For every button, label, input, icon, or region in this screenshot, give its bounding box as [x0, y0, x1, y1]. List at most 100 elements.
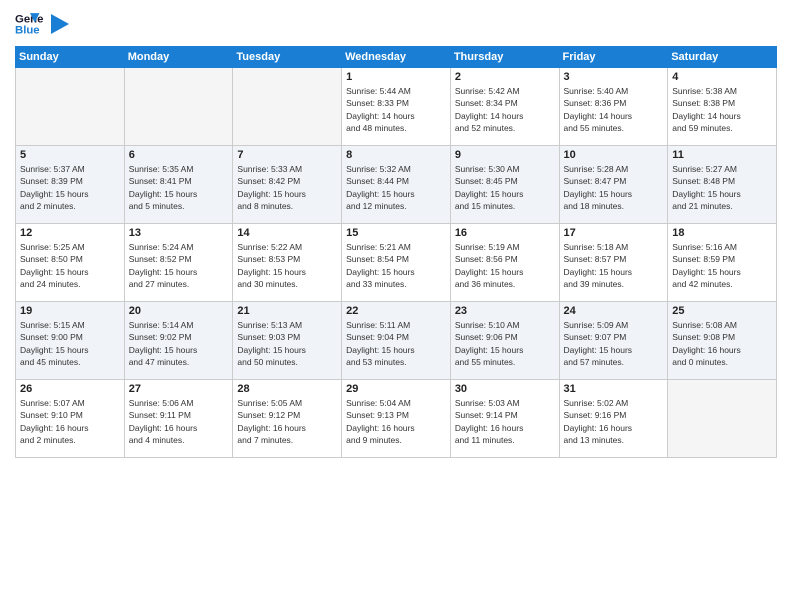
table-row: 26Sunrise: 5:07 AM Sunset: 9:10 PM Dayli…	[16, 380, 125, 458]
day-info: Sunrise: 5:08 AM Sunset: 9:08 PM Dayligh…	[672, 319, 772, 368]
table-row	[16, 68, 125, 146]
day-number: 23	[455, 305, 555, 317]
day-number: 8	[346, 149, 446, 161]
table-row: 21Sunrise: 5:13 AM Sunset: 9:03 PM Dayli…	[233, 302, 342, 380]
day-info: Sunrise: 5:05 AM Sunset: 9:12 PM Dayligh…	[237, 397, 337, 446]
day-number: 4	[672, 71, 772, 83]
table-row: 17 Sunrise: 5:18 AM Sunset: 8:57 PM Dayli…	[559, 224, 668, 302]
table-row: 14Sunrise: 5:22 AM Sunset: 8:53 PM Dayli…	[233, 224, 342, 302]
day-number: 6	[129, 149, 229, 161]
table-row: 30 Sunrise: 5:03 AM Sunset: 9:14 PM Dayli…	[450, 380, 559, 458]
logo-arrow-icon	[51, 14, 69, 34]
table-row: 27 Sunrise: 5:06 AM Sunset: 9:11 PM Dayli…	[124, 380, 233, 458]
day-number: 27	[129, 383, 229, 395]
col-saturday: Saturday	[668, 47, 777, 68]
table-row: 6 Sunrise: 5:35 AM Sunset: 8:41 PM Daylig…	[124, 146, 233, 224]
col-sunday: Sunday	[16, 47, 125, 68]
col-monday: Monday	[124, 47, 233, 68]
table-row: 7 Sunrise: 5:33 AM Sunset: 8:42 PM Daylig…	[233, 146, 342, 224]
table-row: 29 Sunrise: 5:04 AM Sunset: 9:13 PM Dayli…	[342, 380, 451, 458]
svg-text:General: General	[15, 13, 43, 25]
day-number: 29	[346, 383, 446, 395]
day-info: Sunrise: 5:11 AM Sunset: 9:04 PM Dayligh…	[346, 319, 446, 368]
day-number: 13	[129, 227, 229, 239]
calendar-week-row: 26Sunrise: 5:07 AM Sunset: 9:10 PM Dayli…	[16, 380, 777, 458]
day-number: 18	[672, 227, 772, 239]
day-info: Sunrise: 5:14 AM Sunset: 9:02 PM Dayligh…	[129, 319, 229, 368]
table-row: 9 Sunrise: 5:30 AM Sunset: 8:45 PM Daylig…	[450, 146, 559, 224]
calendar-header-row: Sunday Monday Tuesday Wednesday Thursday…	[16, 47, 777, 68]
day-number: 15	[346, 227, 446, 239]
calendar-table: Sunday Monday Tuesday Wednesday Thursday…	[15, 46, 777, 458]
day-number: 31	[564, 383, 664, 395]
day-number: 9	[455, 149, 555, 161]
logo: General Blue	[15, 10, 69, 38]
day-number: 5	[20, 149, 120, 161]
calendar-page: General Blue Sunday Monday Tuesday Wedne…	[0, 0, 792, 612]
day-number: 20	[129, 305, 229, 317]
day-number: 3	[564, 71, 664, 83]
table-row: 20 Sunrise: 5:14 AM Sunset: 9:02 PM Dayli…	[124, 302, 233, 380]
day-number: 17	[564, 227, 664, 239]
day-number: 22	[346, 305, 446, 317]
table-row: 16 Sunrise: 5:19 AM Sunset: 8:56 PM Dayli…	[450, 224, 559, 302]
calendar-week-row: 19 Sunrise: 5:15 AM Sunset: 9:00 PM Dayli…	[16, 302, 777, 380]
day-number: 12	[20, 227, 120, 239]
table-row: 1Sunrise: 5:44 AM Sunset: 8:33 PM Daylig…	[342, 68, 451, 146]
day-info: Sunrise: 5:15 AM Sunset: 9:00 PM Dayligh…	[20, 319, 120, 368]
day-number: 16	[455, 227, 555, 239]
day-info: Sunrise: 5:42 AM Sunset: 8:34 PM Dayligh…	[455, 85, 555, 134]
table-row: 19 Sunrise: 5:15 AM Sunset: 9:00 PM Dayli…	[16, 302, 125, 380]
table-row: 8 Sunrise: 5:32 AM Sunset: 8:44 PM Daylig…	[342, 146, 451, 224]
day-info: Sunrise: 5:33 AM Sunset: 8:42 PM Dayligh…	[237, 163, 337, 212]
day-info: Sunrise: 5:38 AM Sunset: 8:38 PM Dayligh…	[672, 85, 772, 134]
day-number: 26	[20, 383, 120, 395]
day-number: 30	[455, 383, 555, 395]
day-info: Sunrise: 5:09 AM Sunset: 9:07 PM Dayligh…	[564, 319, 664, 368]
table-row	[668, 380, 777, 458]
table-row	[124, 68, 233, 146]
day-info: Sunrise: 5:19 AM Sunset: 8:56 PM Dayligh…	[455, 241, 555, 290]
table-row: 12 Sunrise: 5:25 AM Sunset: 8:50 PM Dayli…	[16, 224, 125, 302]
day-number: 1	[346, 71, 446, 83]
day-info: Sunrise: 5:16 AM Sunset: 8:59 PM Dayligh…	[672, 241, 772, 290]
day-info: Sunrise: 5:25 AM Sunset: 8:50 PM Dayligh…	[20, 241, 120, 290]
calendar-week-row: 12 Sunrise: 5:25 AM Sunset: 8:50 PM Dayli…	[16, 224, 777, 302]
day-info: Sunrise: 5:32 AM Sunset: 8:44 PM Dayligh…	[346, 163, 446, 212]
day-info: Sunrise: 5:35 AM Sunset: 8:41 PM Dayligh…	[129, 163, 229, 212]
day-info: Sunrise: 5:40 AM Sunset: 8:36 PM Dayligh…	[564, 85, 664, 134]
table-row: 25Sunrise: 5:08 AM Sunset: 9:08 PM Dayli…	[668, 302, 777, 380]
table-row: 13Sunrise: 5:24 AM Sunset: 8:52 PM Dayli…	[124, 224, 233, 302]
calendar-week-row: 1Sunrise: 5:44 AM Sunset: 8:33 PM Daylig…	[16, 68, 777, 146]
logo-icon: General Blue	[15, 10, 43, 38]
table-row: 23Sunrise: 5:10 AM Sunset: 9:06 PM Dayli…	[450, 302, 559, 380]
day-info: Sunrise: 5:27 AM Sunset: 8:48 PM Dayligh…	[672, 163, 772, 212]
col-wednesday: Wednesday	[342, 47, 451, 68]
table-row: 10Sunrise: 5:28 AM Sunset: 8:47 PM Dayli…	[559, 146, 668, 224]
day-info: Sunrise: 5:18 AM Sunset: 8:57 PM Dayligh…	[564, 241, 664, 290]
col-tuesday: Tuesday	[233, 47, 342, 68]
day-info: Sunrise: 5:03 AM Sunset: 9:14 PM Dayligh…	[455, 397, 555, 446]
table-row: 5Sunrise: 5:37 AM Sunset: 8:39 PM Daylig…	[16, 146, 125, 224]
day-number: 7	[237, 149, 337, 161]
day-number: 19	[20, 305, 120, 317]
day-info: Sunrise: 5:04 AM Sunset: 9:13 PM Dayligh…	[346, 397, 446, 446]
day-info: Sunrise: 5:06 AM Sunset: 9:11 PM Dayligh…	[129, 397, 229, 446]
day-number: 21	[237, 305, 337, 317]
calendar-week-row: 5Sunrise: 5:37 AM Sunset: 8:39 PM Daylig…	[16, 146, 777, 224]
table-row: 2 Sunrise: 5:42 AM Sunset: 8:34 PM Daylig…	[450, 68, 559, 146]
table-row: 11 Sunrise: 5:27 AM Sunset: 8:48 PM Dayli…	[668, 146, 777, 224]
table-row	[233, 68, 342, 146]
table-row: 24 Sunrise: 5:09 AM Sunset: 9:07 PM Dayli…	[559, 302, 668, 380]
table-row: 31Sunrise: 5:02 AM Sunset: 9:16 PM Dayli…	[559, 380, 668, 458]
day-info: Sunrise: 5:30 AM Sunset: 8:45 PM Dayligh…	[455, 163, 555, 212]
table-row: 15Sunrise: 5:21 AM Sunset: 8:54 PM Dayli…	[342, 224, 451, 302]
table-row: 4 Sunrise: 5:38 AM Sunset: 8:38 PM Daylig…	[668, 68, 777, 146]
table-row: 18 Sunrise: 5:16 AM Sunset: 8:59 PM Dayli…	[668, 224, 777, 302]
day-number: 24	[564, 305, 664, 317]
day-number: 11	[672, 149, 772, 161]
table-row: 22 Sunrise: 5:11 AM Sunset: 9:04 PM Dayli…	[342, 302, 451, 380]
day-info: Sunrise: 5:22 AM Sunset: 8:53 PM Dayligh…	[237, 241, 337, 290]
day-number: 2	[455, 71, 555, 83]
day-number: 10	[564, 149, 664, 161]
